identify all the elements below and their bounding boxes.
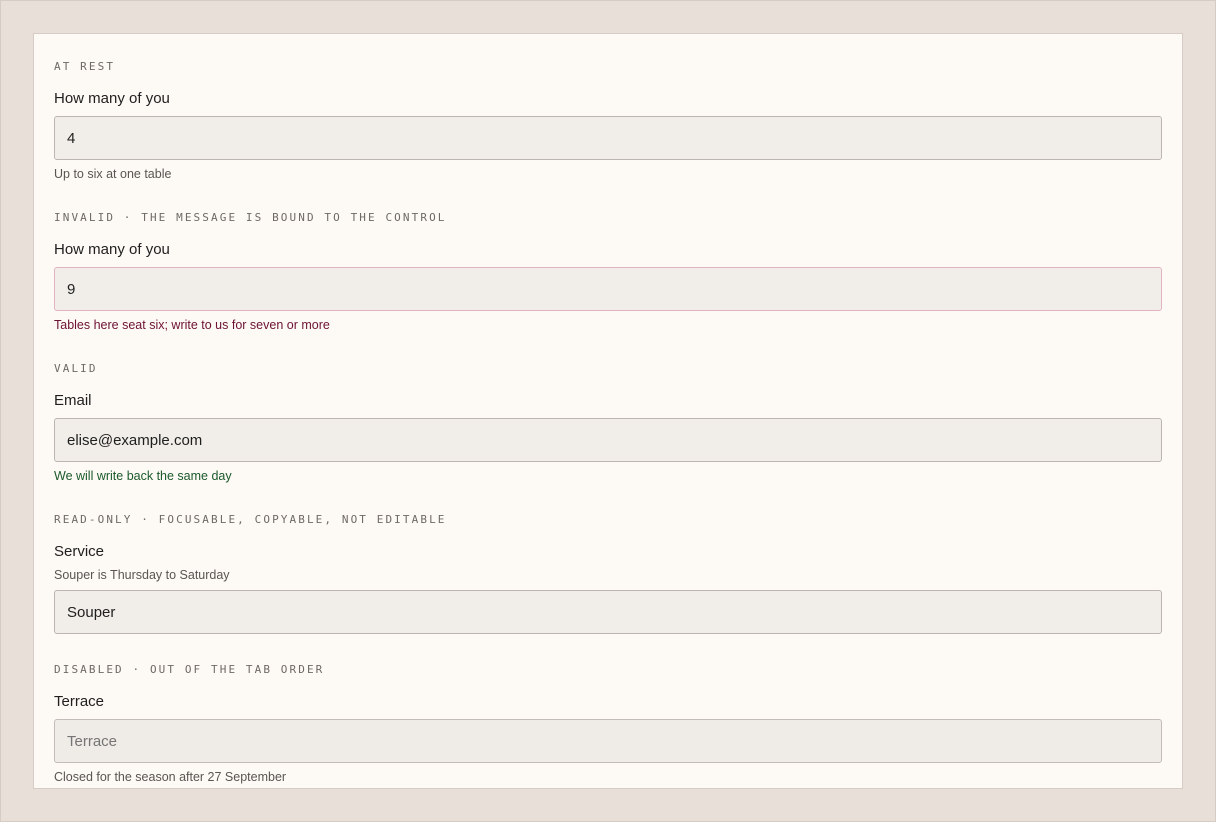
error-message: Tables here seat six; write to us for se… xyxy=(54,318,330,332)
helper-text: Up to six at one table xyxy=(54,167,172,181)
success-message: We will write back the same day xyxy=(54,469,232,483)
email-field[interactable] xyxy=(54,418,1162,462)
state-kicker: AT REST xyxy=(54,60,116,73)
state-kicker: READ-ONLY · FOCUSABLE, COPYABLE, NOT EDI… xyxy=(54,513,447,526)
state-at-rest: AT REST How many of you Up to six at one… xyxy=(54,60,1162,182)
terrace-field-disabled xyxy=(54,719,1162,763)
form-states-panel: AT REST How many of you Up to six at one… xyxy=(33,33,1183,789)
field-label: How many of you xyxy=(54,241,170,258)
state-read-only: READ-ONLY · FOCUSABLE, COPYABLE, NOT EDI… xyxy=(54,513,1162,634)
state-kicker: DISABLED · OUT OF THE TAB ORDER xyxy=(54,663,325,676)
state-kicker: INVALID · THE MESSAGE IS BOUND TO THE CO… xyxy=(54,211,447,224)
field-description: Souper is Thursday to Saturday xyxy=(54,568,230,582)
state-valid: VALID Email We will write back the same … xyxy=(54,362,1162,484)
field-label: Terrace xyxy=(54,693,105,710)
helper-text: Closed for the season after 27 September xyxy=(54,770,287,784)
service-field-readonly[interactable] xyxy=(54,590,1162,634)
state-invalid: INVALID · THE MESSAGE IS BOUND TO THE CO… xyxy=(54,211,1162,333)
state-kicker: VALID xyxy=(54,362,98,375)
state-disabled: DISABLED · OUT OF THE TAB ORDER Terrace … xyxy=(54,663,1162,785)
field-label: Service xyxy=(54,543,105,560)
field-label: How many of you xyxy=(54,90,170,107)
guests-input-invalid[interactable] xyxy=(54,267,1162,311)
guests-input[interactable] xyxy=(54,116,1162,160)
field-label: Email xyxy=(54,392,92,409)
